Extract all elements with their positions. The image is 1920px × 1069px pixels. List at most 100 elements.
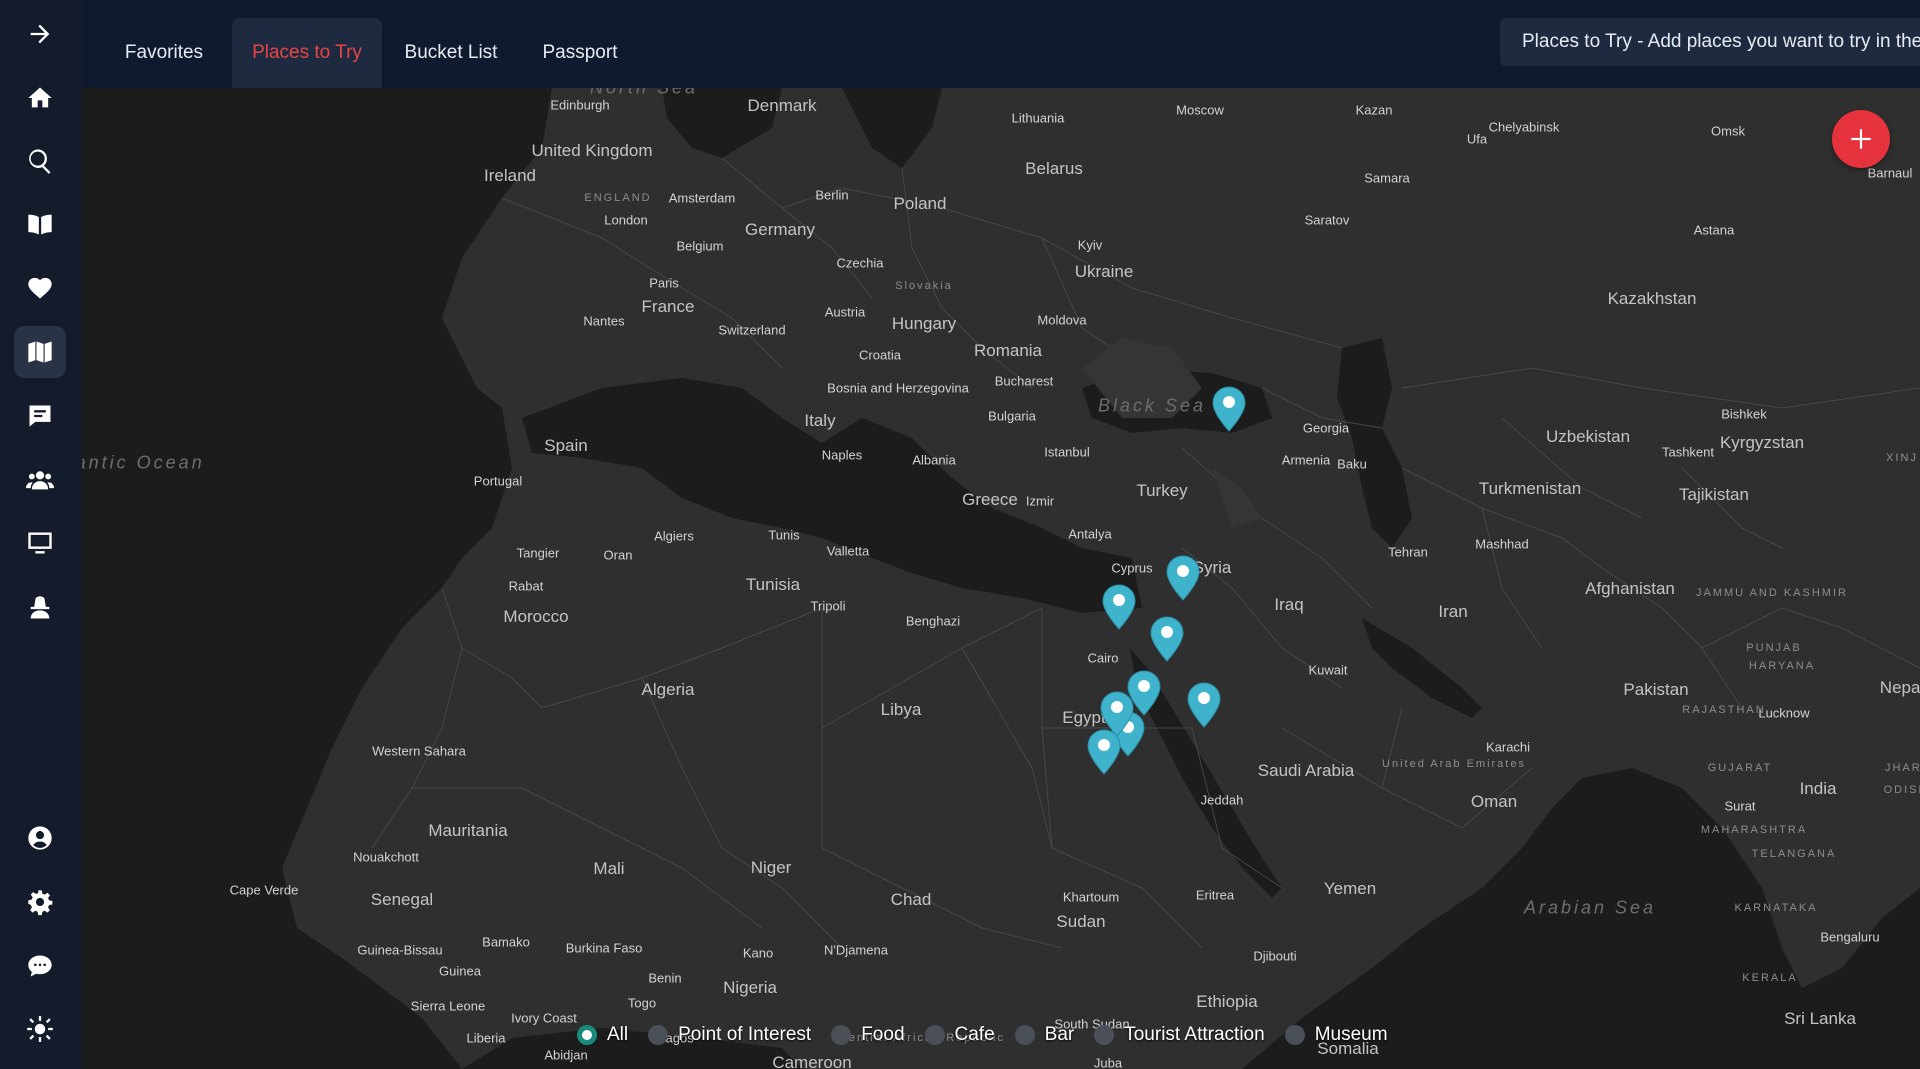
country-label: Spain [544,436,588,455]
expand-sidebar-button[interactable] [14,8,66,60]
filter-museum[interactable]: Museum [1284,1024,1388,1046]
filter-food[interactable]: Food [831,1024,905,1046]
country-label: Moldova [1037,312,1087,328]
city-label: Omsk [1711,123,1745,139]
theme-toggle-button[interactable] [14,1003,66,1055]
country-label: Ukraine [1074,262,1134,281]
sidebar-item-monitor[interactable] [14,517,66,569]
country-label: Djibouti [1253,948,1297,964]
sidebar-item-favorites[interactable] [14,262,66,314]
map-pin[interactable] [1100,583,1138,631]
location-pin-icon [1166,555,1200,601]
sidebar-item-reviews[interactable] [14,390,66,442]
radio-button[interactable] [831,1025,852,1045]
city-label: Amsterdam [668,190,736,206]
country-label: Ivory Coast [511,1010,577,1026]
location-pin-icon [1102,584,1136,630]
sidebar-item-guides[interactable] [14,198,66,250]
city-label: Nouakchott [353,849,419,865]
city-label: Bamako [482,934,530,950]
country-label: France [641,297,695,316]
sidebar-item-profile[interactable] [14,812,66,864]
city-label: Karachi [1485,739,1531,755]
city-label: Tashkent [1661,444,1715,460]
radio-button[interactable] [648,1025,669,1045]
country-label: Mali [593,859,625,878]
sea-label: Black Sea [1097,395,1207,416]
city-label: Khartoum [1062,889,1120,905]
country-label: Tunisia [745,575,801,594]
filter-label: Food [861,1024,905,1045]
country-label: Portugal [473,473,523,489]
country-label: Armenia [1281,452,1331,468]
tab-bucket-list[interactable]: Bucket List [386,18,516,88]
sidebar-item-messages[interactable] [14,940,66,992]
country-label: Bosnia and Herzegovina [827,380,969,396]
map-pin[interactable] [1148,615,1186,663]
city-label: Lucknow [1758,705,1810,721]
city-label: Tripoli [810,598,846,614]
country-label: Lithuania [1011,110,1065,126]
country-label: United Arab Emirates [1382,758,1526,770]
country-label: Hungary [891,314,957,333]
filter-bar[interactable]: Bar [1014,1024,1074,1046]
country-label: Austria [824,304,866,320]
city-label: Astana [1693,222,1735,238]
filter-cafe[interactable]: Cafe [924,1024,995,1046]
country-label: Liberia [466,1030,506,1046]
radio-button[interactable] [577,1025,597,1045]
filter-tourist-attraction[interactable]: Tourist Attraction [1094,1024,1265,1046]
radio-button[interactable] [1014,1025,1035,1045]
region-label: JAMMU AND KASHMIR [1696,587,1848,599]
country-label: Ethiopia [1196,992,1258,1011]
comment-icon [29,405,51,427]
filter-all[interactable]: All [577,1024,628,1046]
location-pin-icon [1212,386,1246,432]
city-label: Moscow [1176,102,1224,118]
city-label: Izmir [1025,493,1055,509]
map-pin[interactable] [1185,681,1223,729]
sidebar-item-settings[interactable] [14,876,66,928]
category-filter: All Point of Interest Food Cafe Bar Tour… [577,1020,1408,1050]
map-pin[interactable] [1085,728,1123,776]
region-label: XINJ [1886,452,1918,464]
radio-button[interactable] [1284,1025,1305,1045]
users-icon [26,471,54,490]
map-pin[interactable] [1210,385,1248,433]
home-icon [28,87,52,108]
add-place-button[interactable] [1832,110,1890,168]
tab-favorites[interactable]: Favorites [100,18,228,88]
city-label: Cape Verde [229,882,299,898]
country-label: Yemen [1323,879,1377,898]
map-canvas[interactable]: North Sea Black Sea Arabian Sea North At… [82,88,1920,1069]
sidebar-item-home[interactable] [14,72,66,124]
tab-places-to-try[interactable]: Places to Try [232,18,382,88]
country-label: Libya [880,700,922,719]
city-label: Tangier [516,545,560,561]
country-label: United Kingdom [531,141,653,160]
location-pin-icon [1187,682,1221,728]
sidebar-item-map[interactable] [14,326,66,378]
country-label: India [1799,779,1837,798]
country-label: Sri Lanka [1784,1009,1856,1028]
page-description: Places to Try - Add places you want to t… [1500,18,1920,66]
filter-point-of-interest[interactable]: Point of Interest [648,1024,811,1046]
sidebar-item-private[interactable] [14,582,66,634]
radio-button[interactable] [924,1025,945,1045]
country-label: Afghanistan [1585,579,1675,598]
radio-button[interactable] [1094,1025,1115,1045]
sidebar-item-community[interactable] [14,454,66,506]
tab-passport[interactable]: Passport [520,18,640,88]
city-label: Kano [742,945,774,961]
country-label: Georgia [1302,420,1350,436]
sea-label: North Atlantic Ocean [82,452,205,473]
sidebar-item-search[interactable] [14,135,66,187]
filter-label: Cafe [954,1024,995,1045]
gear-icon [28,890,53,916]
city-label: Kyiv [1077,237,1103,253]
country-label: Belarus [1025,159,1083,178]
region-label: PUNJAB [1746,642,1802,654]
city-label: Kazan [1355,102,1393,118]
map-pin[interactable] [1164,554,1202,602]
region-label: KARNATAKA [1734,902,1818,914]
